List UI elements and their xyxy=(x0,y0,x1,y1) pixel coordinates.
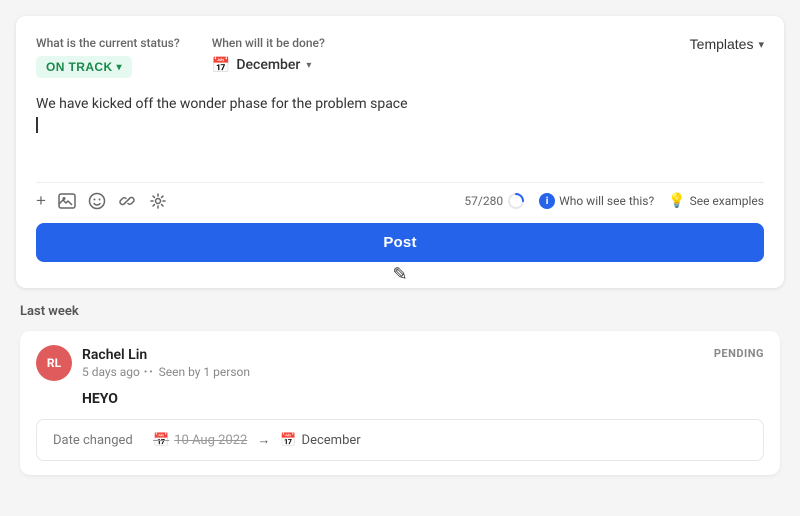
mouse-cursor-icon: ✎ xyxy=(392,264,407,285)
post-button[interactable]: Post xyxy=(36,223,764,262)
image-icon xyxy=(58,192,76,210)
date-to: 📅 December xyxy=(280,433,360,448)
post-text-content: We have kicked off the wonder phase for … xyxy=(36,96,408,112)
emoji-icon xyxy=(88,192,106,210)
see-examples-label: See examples xyxy=(690,194,764,208)
calendar-icon: 📅 xyxy=(212,56,231,74)
char-count-ring xyxy=(507,192,525,210)
who-sees-this[interactable]: i Who will see this? xyxy=(539,193,654,209)
date-changed-card: Date changed 📅 10 Aug 2022 → 📅 December xyxy=(36,419,764,461)
calendar-to-icon: 📅 xyxy=(280,433,296,448)
info-icon: i xyxy=(539,193,555,209)
date-label: When will it be done? xyxy=(212,36,325,50)
date-section: When will it be done? 📅 December ▾ xyxy=(212,36,325,78)
dots-icon: •• xyxy=(144,367,155,378)
author-info: RL Rachel Lin 5 days ago •• Seen by 1 pe… xyxy=(36,345,250,381)
char-count: 57/280 xyxy=(464,192,525,210)
link-icon xyxy=(118,192,136,210)
text-cursor xyxy=(36,117,38,133)
post-toolbar: + xyxy=(36,182,764,211)
status-section: What is the current status? ON TRACK ▾ xyxy=(36,36,180,78)
time-ago: 5 days ago xyxy=(82,365,140,379)
history-item-header: RL Rachel Lin 5 days ago •• Seen by 1 pe… xyxy=(36,345,764,381)
date-value: December xyxy=(236,57,300,73)
templates-label: Templates xyxy=(690,36,754,52)
char-count-text: 57/280 xyxy=(464,194,503,208)
templates-chevron-icon: ▾ xyxy=(758,38,764,51)
date-changed-label: Date changed xyxy=(53,433,143,448)
author-name: Rachel Lin xyxy=(82,347,250,363)
page-container: What is the current status? ON TRACK ▾ W… xyxy=(0,0,800,491)
date-from-value: 10 Aug 2022 xyxy=(174,433,247,448)
arrow-right-icon: → xyxy=(257,432,270,448)
post-meta: 5 days ago •• Seen by 1 person xyxy=(82,365,250,379)
date-to-value: December xyxy=(302,433,361,448)
status-badge-button[interactable]: ON TRACK ▾ xyxy=(36,56,132,78)
bulb-icon: 💡 xyxy=(668,193,685,209)
post-header-left: What is the current status? ON TRACK ▾ W… xyxy=(36,36,325,78)
pending-badge: PENDING xyxy=(714,345,764,362)
post-header: What is the current status? ON TRACK ▾ W… xyxy=(36,36,764,78)
plus-icon: + xyxy=(36,191,46,211)
history-section-label: Last week xyxy=(20,304,780,319)
post-button-label: Post xyxy=(383,234,416,251)
date-from: 📅 10 Aug 2022 xyxy=(153,433,247,448)
avatar: RL xyxy=(36,345,72,381)
status-chevron-icon: ▾ xyxy=(117,62,122,73)
toolbar-right: 57/280 i Who will see this? 💡 See exampl… xyxy=(464,192,764,210)
emoji-button[interactable] xyxy=(88,192,106,210)
calendar-from-icon: 📅 xyxy=(153,433,169,448)
cursor-area: ✎ xyxy=(36,262,764,272)
post-text-area[interactable]: We have kicked off the wonder phase for … xyxy=(36,94,764,174)
seen-text: Seen by 1 person xyxy=(159,365,250,379)
status-value: ON TRACK xyxy=(46,60,113,74)
history-item: RL Rachel Lin 5 days ago •• Seen by 1 pe… xyxy=(20,331,780,475)
date-picker[interactable]: 📅 December ▾ xyxy=(212,56,312,74)
link-button[interactable] xyxy=(118,192,136,210)
templates-button[interactable]: Templates ▾ xyxy=(690,36,764,52)
avatar-initials: RL xyxy=(47,356,61,370)
status-label: What is the current status? xyxy=(36,36,180,50)
image-button[interactable] xyxy=(58,192,76,210)
post-content: HEYO xyxy=(82,391,764,407)
ai-button[interactable] xyxy=(148,191,168,211)
sparkle-icon xyxy=(148,191,168,211)
history-section: Last week RL Rachel Lin 5 days ago •• Se… xyxy=(16,304,784,475)
post-card: What is the current status? ON TRACK ▾ W… xyxy=(16,16,784,288)
who-sees-label: Who will see this? xyxy=(559,194,654,208)
see-examples[interactable]: 💡 See examples xyxy=(668,193,764,209)
author-details: Rachel Lin 5 days ago •• Seen by 1 perso… xyxy=(82,347,250,379)
toolbar-left: + xyxy=(36,191,168,211)
date-chevron-icon: ▾ xyxy=(306,60,311,71)
add-button[interactable]: + xyxy=(36,191,46,211)
